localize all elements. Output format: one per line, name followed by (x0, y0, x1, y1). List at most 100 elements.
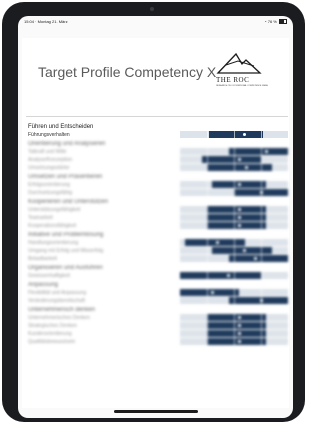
competency-scale (180, 181, 288, 188)
scale-divider (234, 289, 235, 296)
competency-scale (180, 314, 288, 321)
target-marker (237, 224, 241, 227)
header-divider (26, 116, 288, 117)
competency-label: Erfolgsorientierung (28, 182, 70, 188)
scale-divider (234, 272, 235, 279)
battery-percent: 76 % (267, 19, 277, 24)
page-title: Target Profile Competency X (38, 64, 217, 80)
scale-divider (234, 131, 235, 138)
scale-divider (261, 206, 262, 213)
competency-row: Flexibilität und Anpassung (26, 289, 288, 297)
competency-label: Umgang mit Erfolg und Misserfolg (28, 248, 104, 254)
scale-divider (261, 156, 262, 163)
competency-scale (180, 164, 288, 171)
scale-divider (207, 338, 208, 345)
scale-divider (207, 289, 208, 296)
scale-divider (234, 322, 235, 329)
competency-label: Flexibilität und Anpassung (28, 290, 87, 296)
target-range-bar (209, 131, 264, 138)
target-range-bar (207, 314, 267, 321)
competency-scale (180, 322, 288, 329)
section-title: Organisieren und Ausführen (28, 265, 103, 271)
target-range-bar (201, 156, 261, 163)
target-range-bar (207, 222, 267, 229)
scale-divider (234, 181, 235, 188)
competency-scale (180, 214, 288, 221)
competency-label: Strategisches Denken (28, 323, 77, 329)
competency-label: Durchsetzungsfähig (28, 190, 73, 196)
scale-divider (261, 338, 262, 345)
target-marker (259, 191, 263, 194)
scale-divider (261, 289, 262, 296)
status-right: ◔ 76 % (264, 19, 287, 25)
competency-row: Handlungsorientierung (26, 239, 288, 247)
scale-divider (234, 164, 235, 171)
target-range-bar (207, 338, 267, 345)
target-marker (264, 150, 268, 153)
competency-scale (180, 338, 288, 345)
competency-label: Handlungsorientierung (28, 240, 79, 246)
target-marker (259, 299, 263, 302)
target-range-bar (207, 330, 267, 337)
scale-divider (261, 255, 262, 262)
section-title: Unternehmerisch denken (28, 307, 96, 313)
competency-profile: Führen und Entscheiden Führungsverhalten O… (26, 122, 288, 346)
competency-scale (180, 272, 288, 279)
competency-scale (180, 156, 288, 163)
scale-divider (234, 247, 235, 254)
competency-label: Gewissenhaftigkeit (28, 273, 70, 279)
section-title: Initiative und Problemlösung (28, 232, 104, 238)
scale-divider (207, 214, 208, 221)
competency-scale (180, 148, 288, 155)
competency-scale (180, 206, 288, 213)
target-range-bar (180, 272, 261, 279)
scale-divider (261, 222, 262, 229)
competency-section: Initiative und Problemlösung Handlungsori… (26, 230, 288, 263)
target-marker (237, 332, 241, 335)
target-marker (237, 316, 241, 319)
scale-divider (234, 214, 235, 221)
scale-divider (261, 314, 262, 321)
competency-scale (180, 255, 288, 262)
competency-row: Analyse/Konzeption (26, 156, 288, 164)
target-range-bar (180, 289, 240, 296)
target-range-bar (228, 148, 288, 155)
scale-divider (261, 322, 262, 329)
scale-divider (207, 156, 208, 163)
competency-row: Unternehmerisches Denken (26, 314, 288, 322)
competency-label: Unterstützungsfähigkeit (28, 207, 81, 213)
scale-divider (261, 148, 262, 155)
competency-section: Kooperieren und Unterstützen Unterstützun… (26, 197, 288, 230)
competency-label: Veränderungsbereitschaft (28, 298, 85, 304)
target-marker (237, 324, 241, 327)
report-page[interactable]: Target Profile Competency X THE ROC RESE… (22, 38, 289, 408)
section-title: Orientierung und Analysieren (28, 141, 106, 147)
scale-divider (207, 239, 208, 246)
scale-divider (207, 206, 208, 213)
competency-scale (180, 289, 288, 296)
scale-divider (261, 181, 262, 188)
status-bar: 15:04 · Montag 21. März ◔ 76 % (18, 16, 293, 26)
scale-divider (207, 164, 208, 171)
section-title: Anpassung (28, 282, 59, 288)
competency-label: Kooperationsfähigkeit (28, 223, 77, 229)
competency-label: Unternehmerisches Denken (28, 315, 90, 321)
target-marker (237, 340, 241, 343)
target-range-bar (207, 322, 267, 329)
scale-divider (207, 247, 208, 254)
competency-row: Erfolgsorientierung (26, 181, 288, 189)
wifi-icon: ◔ (264, 19, 267, 24)
the-roc-logo: THE ROC RESEARCH ON OCCUPATIONAL COMPETE… (210, 52, 268, 94)
competency-label: Umsetzungsstärke (28, 165, 70, 171)
scale-divider (261, 214, 262, 221)
target-marker (237, 208, 241, 211)
competency-row: Kooperationsfähigkeit (26, 222, 288, 230)
target-range-bar (207, 214, 267, 221)
home-indicator[interactable] (114, 410, 198, 413)
target-marker (237, 183, 241, 186)
competency-scale (180, 247, 288, 254)
competency-row: Umsetzungsstärke (26, 164, 288, 172)
competency-row: Qualitätsbewusstsein (26, 338, 288, 346)
scale-divider (261, 131, 262, 138)
page-header: Target Profile Competency X THE ROC RESE… (22, 38, 289, 98)
